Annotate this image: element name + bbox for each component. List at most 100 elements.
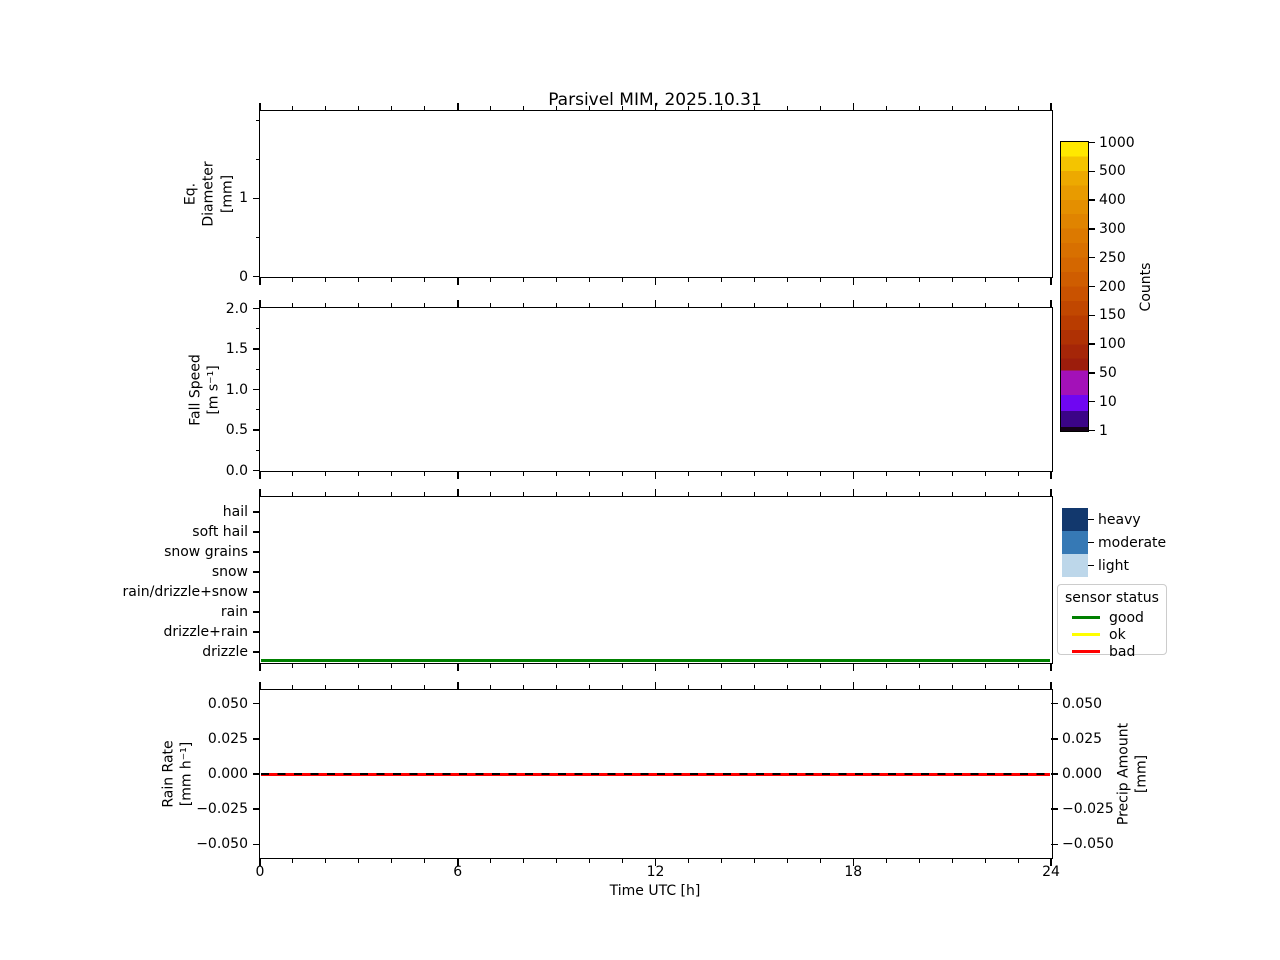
y-tick-major [253, 843, 260, 846]
intensity-swatch-light [1062, 554, 1088, 577]
y-tick-major [253, 702, 260, 705]
x-tick-minor [391, 664, 393, 668]
right-y-tick-label: 0.050 [1062, 695, 1103, 712]
x-tick-major [1050, 103, 1052, 110]
category-tick [253, 551, 260, 553]
intensity-tick [1088, 518, 1094, 521]
intensity-swatch-moderate [1062, 531, 1088, 554]
y-tick-major [253, 348, 260, 350]
fall-speed-panel [259, 307, 1053, 472]
x-tick-minor [490, 664, 492, 668]
x-tick-minor [984, 492, 986, 496]
x-tick-minor [1017, 278, 1019, 282]
x-tick-minor [786, 106, 788, 110]
x-tick-minor [1017, 472, 1019, 476]
x-tick-major [654, 300, 657, 307]
x-tick-minor [687, 106, 689, 110]
x-tick-minor [951, 106, 953, 110]
colorbar-tick-label: 150 [1099, 307, 1126, 324]
category-tick [253, 591, 260, 593]
x-tick-minor [1017, 664, 1019, 668]
x-tick-minor [490, 472, 492, 476]
x-tick-major [654, 472, 657, 479]
x-tick-major [457, 103, 459, 110]
colorbar-tick [1089, 429, 1095, 432]
x-tick-label: 24 [1042, 864, 1060, 880]
x-tick-minor [687, 859, 689, 863]
y-tick-minor [256, 158, 260, 160]
x-tick-minor [523, 685, 525, 689]
eq-diameter-panel [259, 110, 1053, 278]
x-tick-major [1050, 489, 1052, 496]
x-tick-major [259, 664, 261, 671]
x-tick-minor [292, 472, 294, 476]
right-y-tick-major [1051, 773, 1058, 775]
x-tick-minor [391, 472, 393, 476]
category-tick [253, 571, 260, 573]
sensor-legend-line-good [1072, 616, 1100, 619]
x-tick-minor [556, 859, 558, 863]
category-label: rain [220, 604, 248, 620]
x-tick-minor [424, 664, 426, 668]
x-tick-minor [424, 492, 426, 496]
x-tick-major [654, 103, 657, 110]
x-tick-minor [753, 859, 755, 863]
x-tick-minor [885, 492, 887, 496]
y-tick-major [253, 808, 260, 810]
x-tick-minor [589, 492, 591, 496]
y-tick-label: 0.0 [225, 462, 248, 479]
x-tick-minor [490, 685, 492, 689]
y-tick-minor [256, 236, 260, 238]
x-tick-minor [720, 472, 722, 476]
x-tick-minor [523, 664, 525, 668]
right-y-tick-label: −0.050 [1062, 836, 1114, 853]
x-tick-minor [556, 303, 558, 307]
y-tick-minor [256, 328, 260, 330]
right-y-tick-label: −0.025 [1062, 801, 1114, 818]
x-tick-minor [490, 492, 492, 496]
x-tick-minor [424, 303, 426, 307]
x-tick-minor [753, 685, 755, 689]
colorbar-tick-label: 400 [1099, 192, 1126, 209]
x-tick-minor [951, 472, 953, 476]
y-tick-major [253, 738, 260, 740]
x-tick-minor [951, 664, 953, 668]
x-tick-minor [292, 303, 294, 307]
category-label: hail [222, 504, 248, 520]
x-tick-minor [556, 664, 558, 668]
x-tick-minor [918, 859, 920, 863]
x-tick-minor [424, 106, 426, 110]
category-label: drizzle [202, 644, 248, 660]
x-tick-major [1050, 300, 1052, 307]
category-tick [253, 651, 260, 653]
x-tick-minor [720, 859, 722, 863]
right-y-tick-label: 0.025 [1062, 730, 1103, 747]
y-tick-major [253, 275, 260, 278]
x-tick-minor [292, 492, 294, 496]
x-tick-major [852, 103, 854, 110]
x-tick-major [457, 664, 459, 671]
y-tick-label: −0.025 [196, 801, 248, 818]
sensor-legend-rows: good ok bad [1058, 609, 1166, 660]
x-tick-minor [753, 106, 755, 110]
right-y-tick-label: 0.000 [1062, 766, 1103, 782]
x-tick-major [457, 489, 459, 496]
x-tick-minor [391, 859, 393, 863]
colorbar-tick [1089, 314, 1095, 317]
intensity-colorbar [1062, 508, 1088, 577]
x-tick-minor [391, 106, 393, 110]
x-tick-minor [1017, 303, 1019, 307]
x-tick-minor [951, 859, 953, 863]
x-tick-minor [918, 472, 920, 476]
intensity-label: light [1098, 557, 1130, 574]
x-tick-minor [687, 278, 689, 282]
x-tick-major [259, 489, 261, 496]
precip-amount-dashed-line [261, 773, 1050, 775]
x-tick-label: 6 [453, 864, 463, 880]
x-tick-minor [589, 664, 591, 668]
x-tick-minor [358, 303, 360, 307]
y-tick-major [253, 197, 260, 200]
x-tick-minor [424, 472, 426, 476]
right-y-tick-major [1051, 738, 1058, 740]
x-tick-minor [885, 859, 887, 863]
